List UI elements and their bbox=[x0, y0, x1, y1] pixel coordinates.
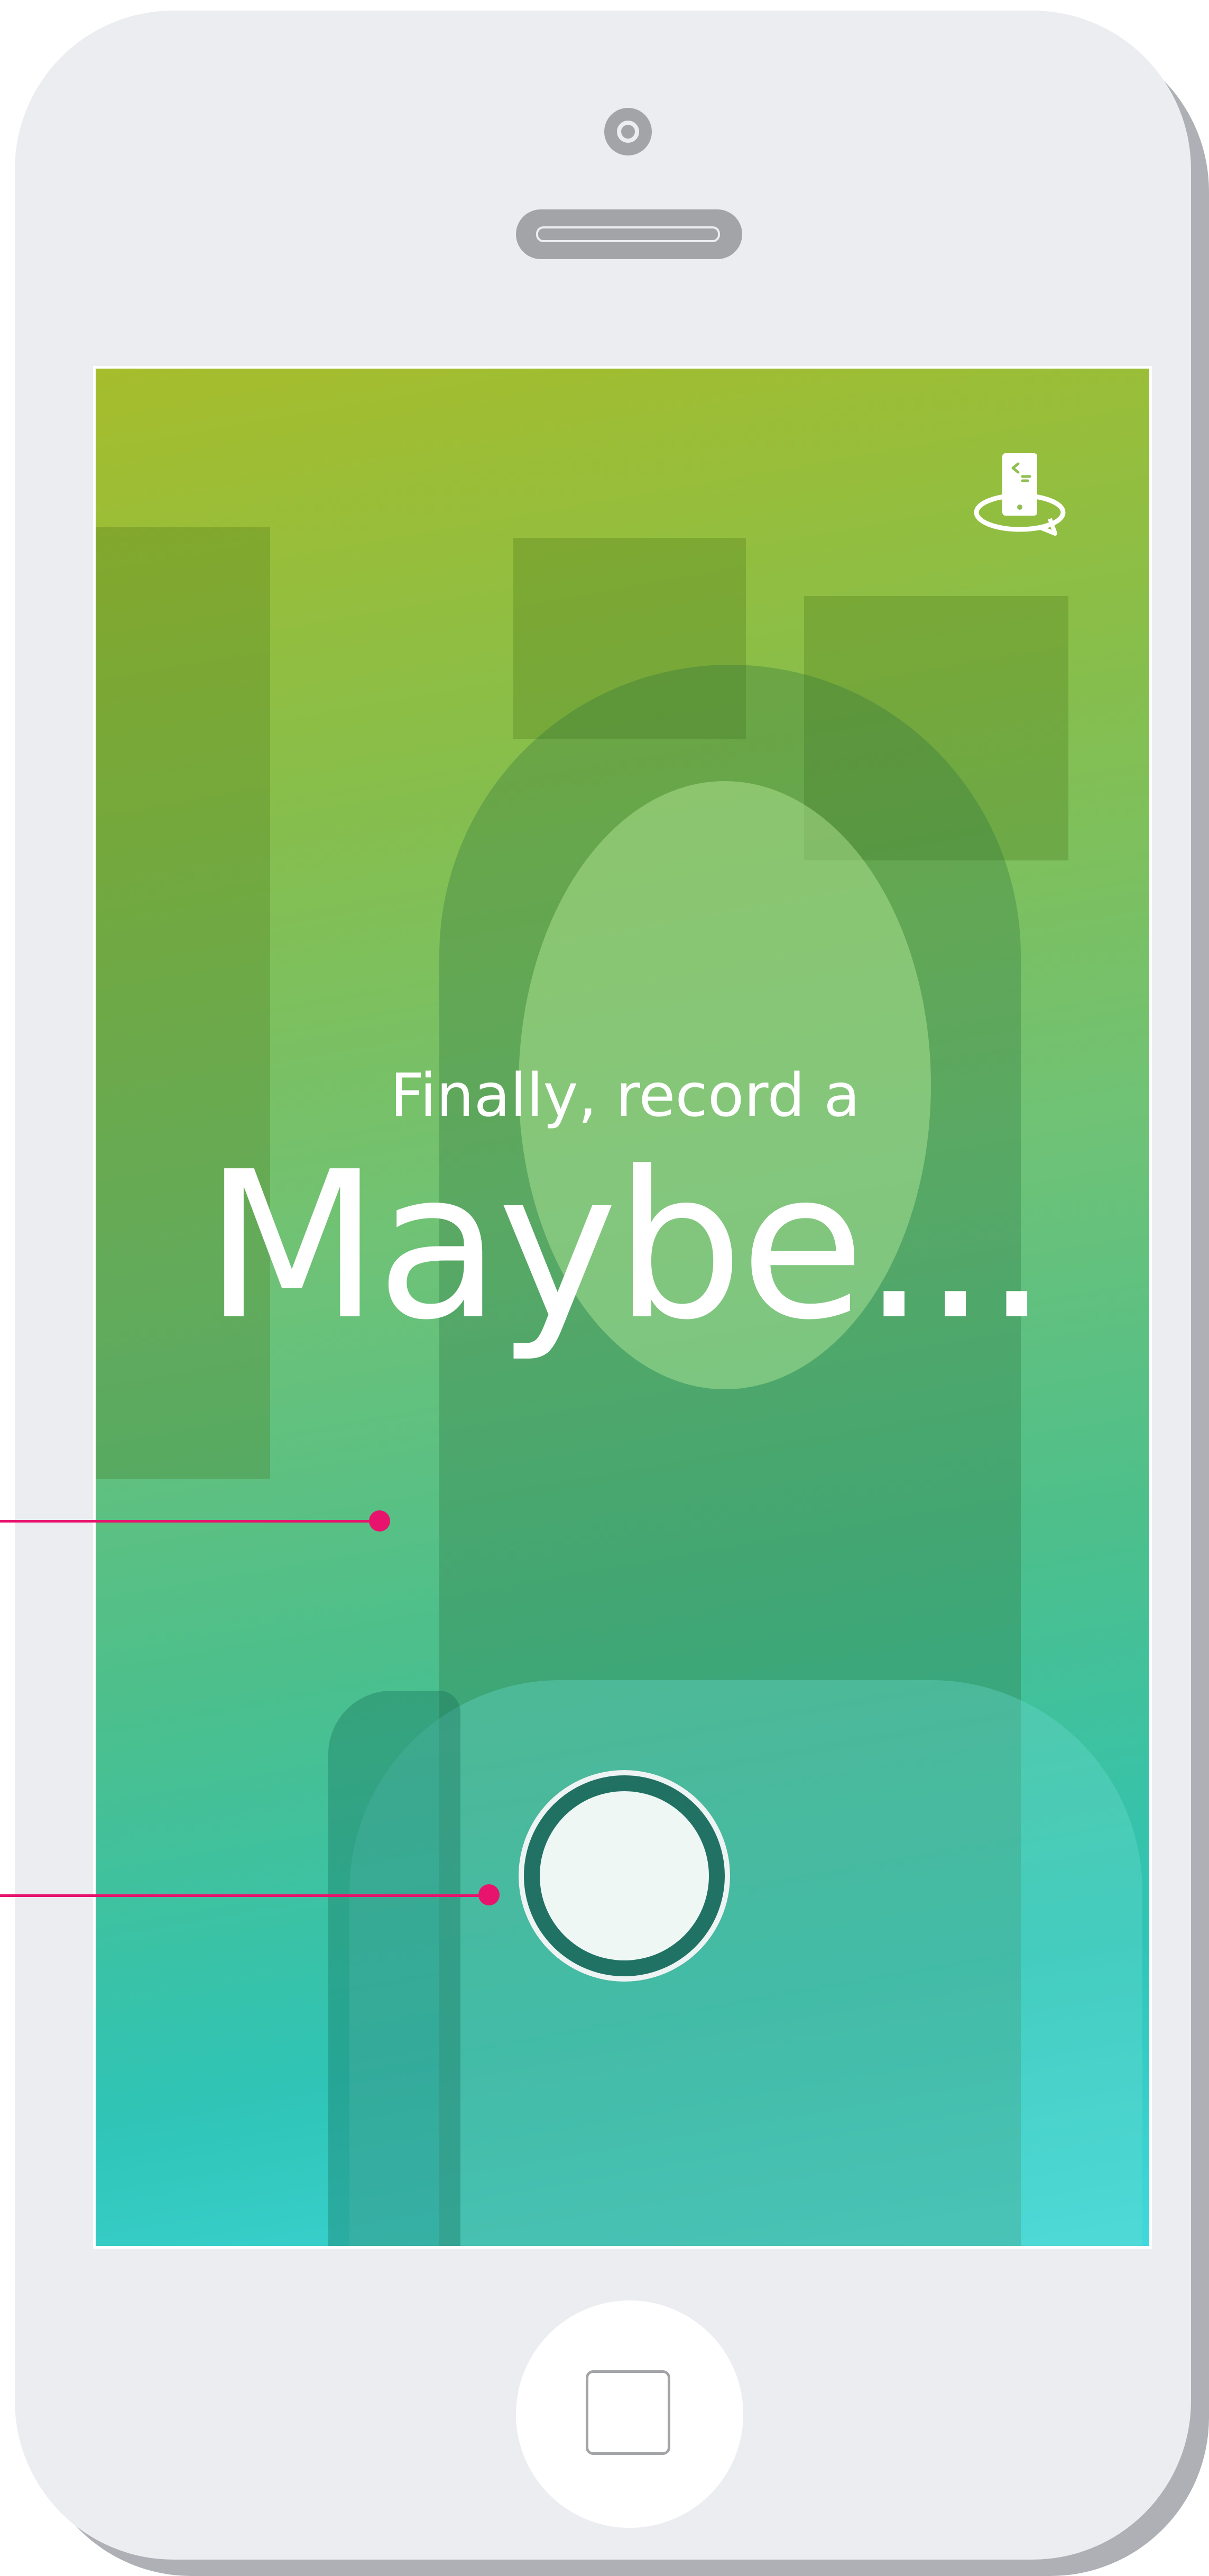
home-square-icon bbox=[586, 2370, 670, 2455]
speaker-icon bbox=[516, 209, 742, 259]
home-button[interactable] bbox=[516, 2300, 743, 2528]
rotate-camera-icon[interactable] bbox=[970, 448, 1070, 548]
phone-frame: Finally, record a Maybe... bbox=[15, 11, 1191, 2560]
camera-screen: Finally, record a Maybe... bbox=[93, 366, 1152, 2249]
person-shirt bbox=[349, 1680, 1142, 2246]
callout-line-record bbox=[0, 1894, 492, 1897]
front-camera-icon bbox=[604, 108, 652, 155]
callout-line-headline bbox=[0, 1520, 381, 1523]
callout-dot-headline bbox=[369, 1510, 390, 1532]
person-jacket bbox=[328, 1691, 460, 2246]
instruction-subtitle: Finally, record a bbox=[390, 1061, 860, 1130]
answer-headline: Maybe... bbox=[204, 1128, 1049, 1364]
callout-dot-record bbox=[478, 1884, 500, 1905]
record-button[interactable] bbox=[519, 1770, 730, 1982]
